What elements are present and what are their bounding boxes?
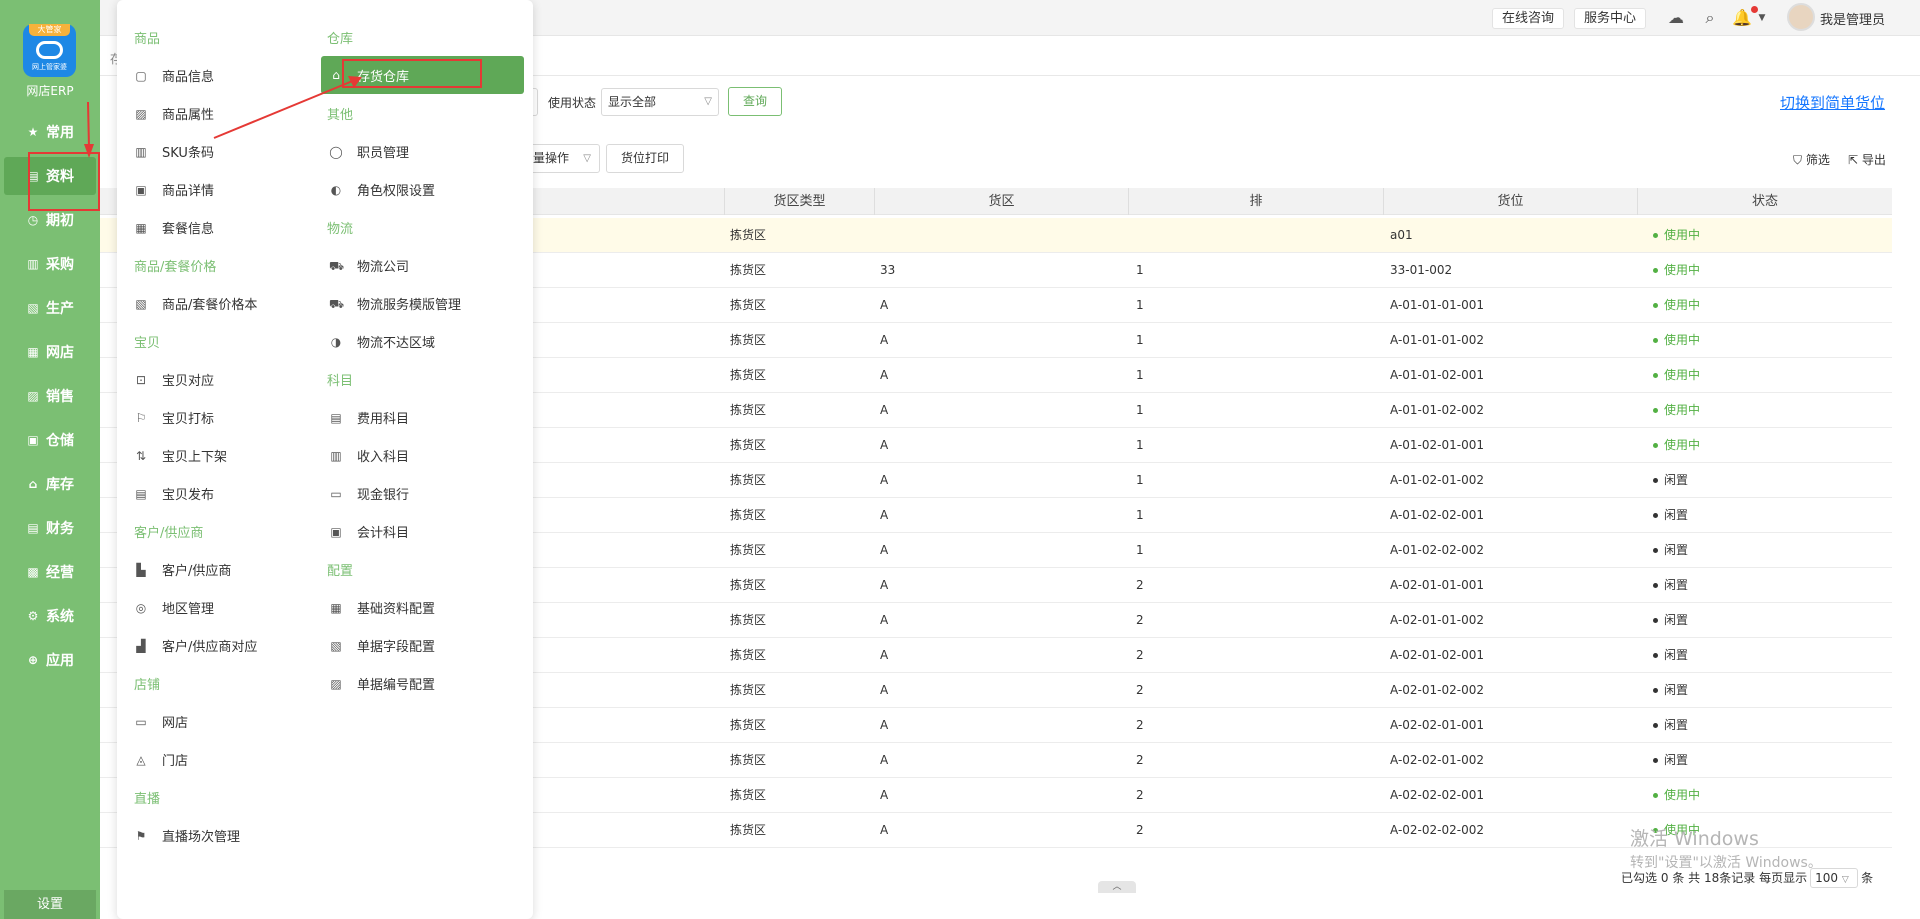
- annotation-arrowhead-down: [84, 144, 94, 158]
- annotation-arrow-down: [87, 101, 90, 149]
- annotation-arrows: [84, 76, 362, 158]
- annotation-arrow-diagonal: [213, 79, 356, 139]
